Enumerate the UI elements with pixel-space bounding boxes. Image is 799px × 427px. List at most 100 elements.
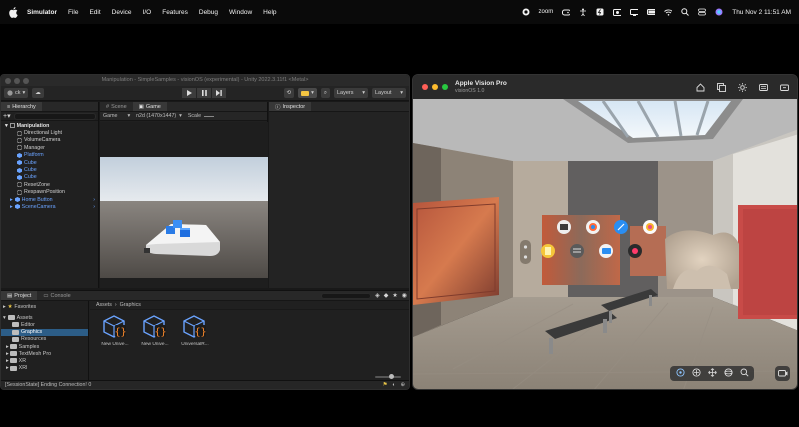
hierarchy-item[interactable]: RespawnPosition: [5, 189, 98, 196]
tab-scene[interactable]: # Scene: [100, 102, 133, 111]
hierarchy-item[interactable]: Cube: [5, 159, 98, 166]
folder-item[interactable]: ▸ XRI: [1, 365, 88, 372]
hierarchy-item[interactable]: Directional Light: [5, 129, 98, 136]
play-mode-dropdown[interactable]: ▾: [298, 88, 317, 98]
menu-file[interactable]: File: [68, 9, 78, 16]
pan-icon[interactable]: [707, 368, 717, 379]
label-icon[interactable]: ◆: [384, 292, 389, 299]
screenshot-icon[interactable]: [717, 83, 726, 94]
hierarchy-item[interactable]: ResetZone: [5, 181, 98, 188]
resolution-dropdown[interactable]: n2d (1470x1447) ▾: [136, 113, 182, 119]
hierarchy-item[interactable]: Cube: [5, 166, 98, 173]
screen-record-icon[interactable]: [613, 8, 622, 16]
battery-icon[interactable]: [647, 8, 656, 16]
assets-root[interactable]: ▾ Assets: [1, 314, 88, 321]
add-object-button[interactable]: +▾: [3, 112, 11, 120]
window-zoom-button[interactable]: [442, 84, 448, 90]
hidden-count-icon[interactable]: ◉: [402, 292, 407, 299]
display-mode-dropdown[interactable]: Game ▾: [103, 113, 130, 119]
scale-control[interactable]: Scale: [188, 113, 215, 119]
hierarchy-search-input[interactable]: [13, 112, 96, 120]
favorites-item[interactable]: ▸ ★ Favorites: [1, 303, 88, 310]
folder-item[interactable]: Editor: [1, 321, 88, 328]
breadcrumb-assets[interactable]: Assets: [96, 302, 112, 308]
menu-edit[interactable]: Edit: [89, 9, 100, 16]
asset-item[interactable]: {} New Unive...: [100, 314, 130, 347]
menu-io[interactable]: I/O: [143, 9, 152, 16]
favorite-icon[interactable]: ★: [392, 292, 397, 299]
rotate-icon[interactable]: [780, 83, 789, 94]
hierarchy-item[interactable]: ▸ SceneCamera ›: [5, 203, 98, 210]
filter-icon[interactable]: ◈: [375, 292, 380, 299]
window-minimize-button[interactable]: [432, 84, 438, 90]
status-message[interactable]: [SessionState] Ending Connection! 0: [5, 382, 91, 388]
hierarchy-scene-root[interactable]: ▾ Manipulation: [5, 122, 98, 129]
icon-size-slider[interactable]: [375, 374, 401, 379]
menu-window[interactable]: Window: [229, 9, 252, 16]
menu-features[interactable]: Features: [162, 9, 188, 16]
wifi-icon[interactable]: [664, 8, 673, 16]
tab-project[interactable]: ▤ Project: [1, 291, 38, 300]
step-button[interactable]: [212, 88, 226, 98]
simulator-title-bar[interactable]: Apple Vision Pro visionOS 1.0: [413, 75, 797, 99]
menu-help[interactable]: Help: [263, 9, 276, 16]
tab-game[interactable]: ▣ Game: [132, 102, 167, 111]
warning-icon[interactable]: ⚑: [383, 382, 388, 388]
folder-item[interactable]: ▸ XR: [1, 357, 88, 364]
breadcrumb-graphics[interactable]: Graphics: [120, 302, 141, 308]
folder-item[interactable]: ▸ Samples: [1, 343, 88, 350]
pause-button[interactable]: [197, 88, 211, 98]
home-icon[interactable]: [696, 83, 705, 94]
hierarchy-item[interactable]: Manager: [5, 144, 98, 151]
account-dropdown[interactable]: ck ▾: [4, 88, 29, 98]
game-render[interactable]: [100, 122, 268, 288]
apple-logo-icon[interactable]: [8, 6, 18, 18]
simulator-viewport[interactable]: [413, 99, 797, 389]
folder-item[interactable]: ▸ TextMesh Pro: [1, 350, 88, 357]
environment-icon[interactable]: [738, 83, 747, 94]
search-button[interactable]: ⌕: [320, 88, 330, 98]
hierarchy-item[interactable]: ▸ Home Button ›: [5, 196, 98, 203]
simulator-capture-button[interactable]: [775, 366, 790, 381]
interact-pointer-icon[interactable]: [675, 368, 685, 379]
progress-icon[interactable]: ◐: [392, 382, 395, 388]
cloud-button[interactable]: ☁: [32, 88, 44, 98]
asset-item[interactable]: {} UniversalR...: [180, 314, 210, 347]
undo-history-button[interactable]: ⟲: [283, 88, 295, 98]
display-icon[interactable]: [630, 8, 639, 16]
tab-inspector[interactable]: ⓘ Inspector: [269, 102, 312, 111]
keyboard-icon[interactable]: [759, 83, 768, 94]
record-status-icon[interactable]: [522, 8, 530, 16]
controller-icon[interactable]: [562, 8, 571, 16]
unity-title-bar[interactable]: Manipulation - SimpleSamples - visionOS …: [1, 75, 409, 86]
tab-hierarchy[interactable]: ≡ Hierarchy: [1, 102, 42, 111]
hierarchy-item[interactable]: Platform: [5, 152, 98, 159]
network-icon[interactable]: ⊕: [401, 382, 405, 388]
layers-dropdown[interactable]: Layers ▾: [334, 88, 368, 98]
menu-app-simulator[interactable]: Simulator: [27, 9, 57, 16]
scale-slider[interactable]: [204, 115, 215, 117]
asset-item[interactable]: {} New Unive...: [140, 314, 170, 347]
look-around-icon[interactable]: [691, 368, 701, 379]
menu-device[interactable]: Device: [112, 9, 132, 16]
search-icon[interactable]: [681, 8, 690, 16]
tab-console[interactable]: ▭ Console: [37, 291, 76, 300]
menu-debug[interactable]: Debug: [199, 9, 218, 16]
window-close-button[interactable]: [422, 84, 428, 90]
orbit-icon[interactable]: [723, 368, 733, 379]
menubar-clock[interactable]: Thu Nov 2 11:51 AM: [732, 9, 791, 16]
siri-icon[interactable]: [715, 8, 723, 16]
hierarchy-item[interactable]: VolumeCamera: [5, 137, 98, 144]
slider-thumb[interactable]: [389, 374, 394, 379]
folder-item-selected[interactable]: Graphics: [1, 328, 88, 336]
control-center-icon[interactable]: [698, 8, 707, 16]
bolt-icon[interactable]: [596, 8, 604, 16]
zoom-icon[interactable]: [740, 368, 749, 379]
folder-item[interactable]: Resources: [1, 336, 88, 343]
play-button[interactable]: [182, 88, 196, 98]
accessibility-icon[interactable]: [579, 8, 587, 16]
zoom-status[interactable]: zoom: [539, 9, 554, 15]
hierarchy-item[interactable]: Cube: [5, 174, 98, 181]
project-search-input[interactable]: [321, 292, 372, 299]
layout-dropdown[interactable]: Layout ▾: [372, 88, 406, 98]
